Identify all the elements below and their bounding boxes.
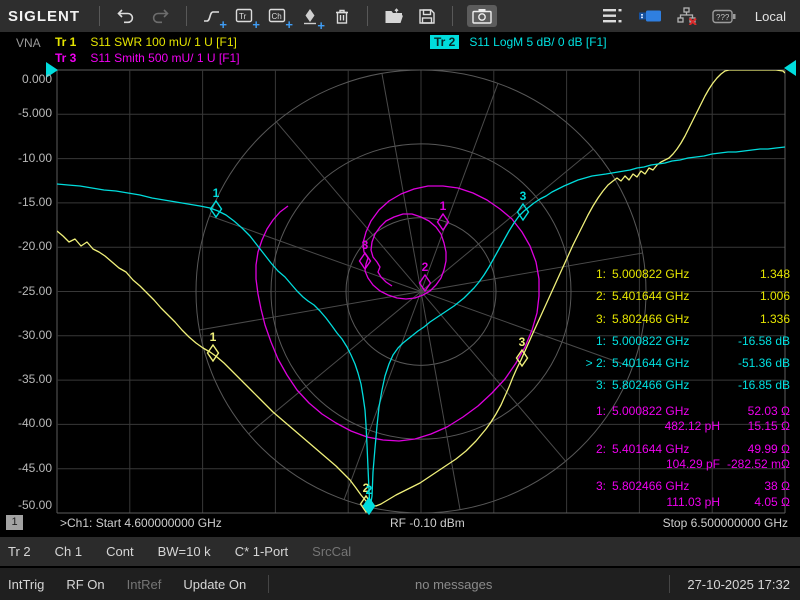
plus-badge: + [219,18,227,31]
tr3-smith-trace [256,186,539,441]
y-axis-label: -5.000 [0,106,52,120]
add-marker-icon[interactable]: + [299,6,321,27]
y-axis-label: -45.00 [0,461,52,475]
footer-bar: IntTrig RF On IntRef Update On no messag… [0,568,800,600]
battery-icon: ??? [710,7,738,26]
footer-rf-state[interactable]: RF On [66,577,104,592]
y-axis-label: -40.00 [0,416,52,430]
sweep-start-label: >Ch1: Start 4.600000000 GHz [60,516,222,530]
tr2-logm-marker-label: 3 [520,189,527,203]
trace3-id: Tr 3 [55,51,76,65]
y-axis-label: -15.00 [0,195,52,209]
footer-ref-source[interactable]: IntRef [127,577,162,592]
trace1-title[interactable]: Tr 1 S11 SWR 100 mU/ 1 U [F1] [55,35,237,49]
siglent-logo: SIGLENT [8,8,80,25]
lan-error-icon[interactable] [674,5,700,27]
y-axis-label: -20.00 [0,239,52,253]
tr3-smith-marker-label: 1 [440,199,447,213]
tr1-swr-marker-label: 3 [519,335,526,349]
readout-row: 3:5.802466 GHz38 Ω [578,479,790,494]
trace2-id-active: Tr 2 [430,35,459,49]
usb-icon[interactable] [636,7,664,25]
readout-row: 3:5.802466 GHz-16.85 dB [578,374,790,396]
readout-subrow: 482.12 pH15.15 Ω [578,419,790,434]
y-axis-label: -10.00 [0,151,52,165]
save-icon[interactable] [416,6,438,27]
delete-icon[interactable] [331,6,353,27]
y-axis-label: -50.00 [0,498,52,512]
svg-text:???: ??? [716,13,730,22]
footer-trigger[interactable]: IntTrig [8,577,44,592]
add-trace-window-icon[interactable]: Tr + [233,6,256,26]
channel-bar: 1 >Ch1: Start 4.600000000 GHz RF -0.10 d… [0,514,800,534]
add-trace-curve-icon[interactable]: + [201,6,223,26]
readout-row: 1:5.000822 GHz-16.58 dB [578,330,790,352]
readout-row: 3:5.802466 GHz1.336 [578,308,790,330]
vna-screen: SIGLENT + Tr + Ch + [0,0,800,600]
system-message: no messages [415,577,492,592]
readout-row-active: > 2:5.401644 GHz-51.36 dB [578,352,790,374]
rf-power-label: RF -0.10 dBm [390,516,465,530]
tr2-logm-marker-label: 2 [366,483,373,497]
status-calibration[interactable]: C* 1-Port [235,544,288,559]
trace2-title[interactable]: Tr 2 S11 LogM 5 dB/ 0 dB [F1] [430,35,607,49]
trace1-params: S11 SWR 100 mU/ 1 U [F1] [90,35,237,49]
trace1-id: Tr 1 [55,35,76,49]
y-axis-label: -25.00 [0,284,52,298]
plus-badge: + [285,18,293,31]
plus-badge: + [252,18,260,31]
readout-subrow: 104.29 pF-282.52 mΩ [578,457,790,472]
readout-row: 2:5.401644 GHz1.006 [578,285,790,307]
trace3-params: S11 Smith 500 mU/ 1 U [F1] [90,51,239,65]
local-mode-button[interactable]: Local [755,9,786,24]
divider [452,6,453,26]
status-sweep-mode[interactable]: Cont [106,544,133,559]
tr3-smith-marker-label: 2 [422,260,429,274]
divider [186,6,187,26]
plus-badge: + [317,19,325,32]
svg-text:Tr: Tr [239,12,247,21]
sweep-stop-label: Stop 6.500000000 GHz [663,516,788,530]
redo-icon[interactable] [148,6,172,27]
datetime-label: 27-10-2025 17:32 [687,577,790,592]
tr2-logm-marker-label: 1 [213,186,220,200]
open-file-icon[interactable] [382,6,406,27]
divider [669,575,670,593]
readout-row: 2:5.401644 GHz49.99 Ω [578,442,790,457]
readout-row: 1:5.000822 GHz1.348 [578,263,790,285]
tr1-swr-marker-label: 1 [210,330,217,344]
status-active-trace[interactable]: Tr 2 [8,544,31,559]
trace2-params: S11 LogM 5 dB/ 0 dB [F1] [469,35,606,49]
divider [99,6,100,26]
tr1-swr-marker-1 [208,345,219,361]
toolbar: SIGLENT + Tr + Ch + [0,0,800,32]
app-label: VNA [16,36,41,50]
y-axis-label: -30.00 [0,328,52,342]
status-active-channel[interactable]: Ch 1 [55,544,82,559]
channel-badge[interactable]: 1 [6,515,23,530]
y-axis-label: -35.00 [0,372,52,386]
trace3-title[interactable]: Tr 3 S11 Smith 500 mU/ 1 U [F1] [55,51,240,65]
undo-icon[interactable] [114,6,138,27]
add-channel-icon[interactable]: Ch + [266,6,289,26]
divider [367,6,368,26]
marker-readout: 1:5.000822 GHz1.348 2:5.401644 GHz1.006 … [578,263,790,510]
footer-update-state[interactable]: Update On [183,577,246,592]
screenshot-icon[interactable] [467,5,497,27]
tr3-smith-marker-label: 3 [362,238,369,252]
trace-header: VNA Tr 1 S11 SWR 100 mU/ 1 U [F1] Tr 2 S11… [0,32,800,68]
svg-text:Ch: Ch [272,12,282,21]
y-axis-label: 0.000 [0,72,52,86]
status-bar: Tr 2 Ch 1 Cont BW=10 k C* 1-Port SrcCal [0,537,800,566]
readout-row: 1:5.000822 GHz52.03 Ω [578,404,790,419]
status-if-bandwidth[interactable]: BW=10 k [158,544,211,559]
divider [268,575,269,593]
menu-icon[interactable] [600,6,626,26]
readout-subrow: 111.03 pH4.05 Ω [578,495,790,510]
status-srccal[interactable]: SrcCal [312,544,351,559]
